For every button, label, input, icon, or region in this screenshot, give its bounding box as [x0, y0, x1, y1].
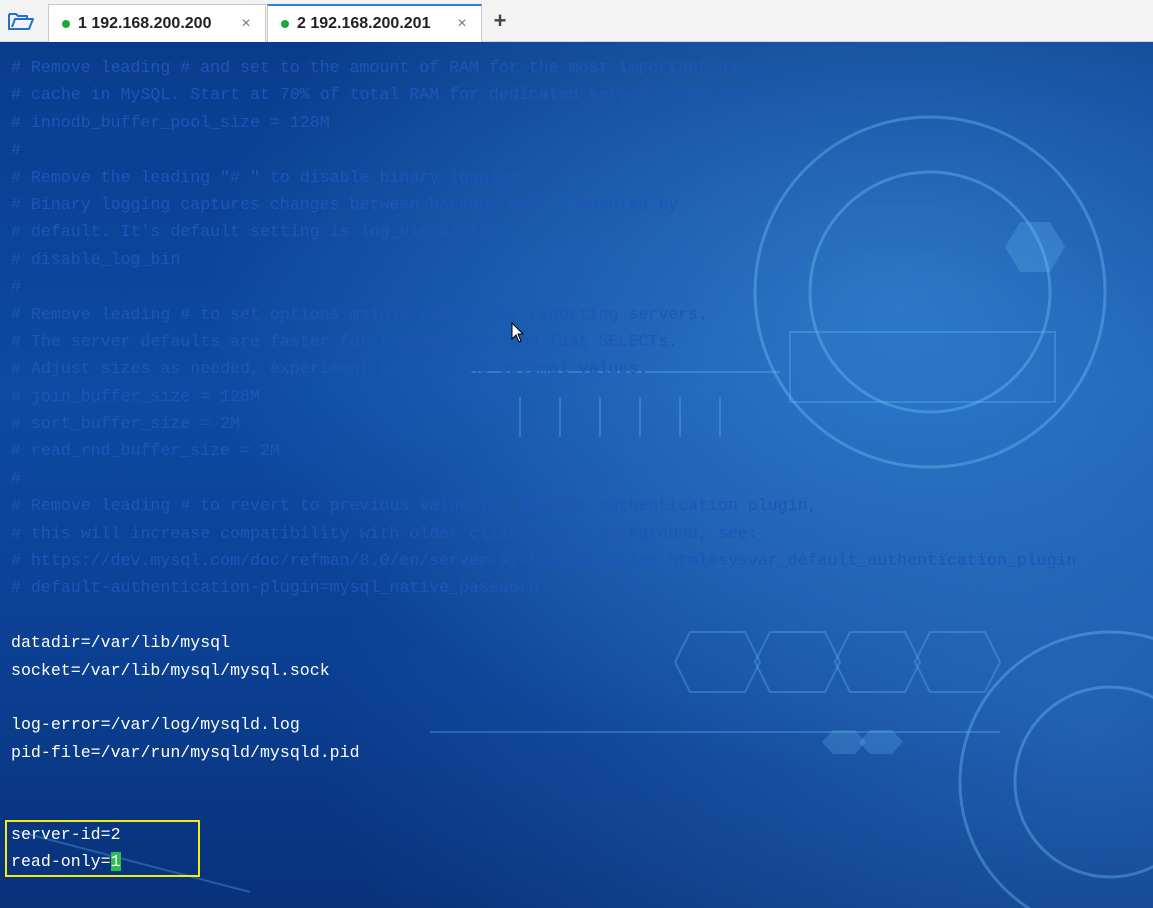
config-line: pid-file=/var/run/mysqld/mysqld.pid: [11, 742, 360, 762]
tab-label: 2 192.168.200.201: [297, 15, 431, 32]
close-icon[interactable]: ×: [455, 15, 469, 33]
comment-line: # Remove leading # to set options mainly…: [11, 304, 709, 324]
comment-line: # this will increase compatibility with …: [11, 523, 758, 543]
comment-line: # join_buffer_size = 128M: [11, 386, 260, 406]
connected-status-dot-icon: [281, 20, 289, 28]
comment-line: # default. It's default setting is log_b…: [11, 222, 499, 242]
comment-line: # Remove the leading "# " to disable bin…: [11, 167, 519, 187]
comment-line: #: [11, 277, 21, 297]
comment-line: #: [11, 140, 21, 160]
comment-line: #: [11, 468, 21, 488]
comment-line: # innodb_buffer_pool_size = 128M: [11, 112, 330, 132]
comment-line: # The server defaults are faster for tra…: [11, 331, 679, 351]
folder-open-icon[interactable]: [6, 8, 36, 34]
comment-line: # Remove leading # to revert to previous…: [11, 496, 818, 516]
tab-bar: 1 192.168.200.200 × 2 192.168.200.201 × …: [0, 0, 1153, 42]
config-line: log-error=/var/log/mysqld.log: [11, 715, 300, 735]
comment-line: # read_rnd_buffer_size = 2M: [11, 441, 280, 461]
comment-line: # disable_log_bin: [11, 249, 181, 269]
comment-line: # cache in MySQL. Start at 70% of total …: [11, 85, 758, 105]
connected-status-dot-icon: [62, 19, 70, 28]
terminal-text: # Remove leading # and set to the amount…: [11, 54, 1153, 876]
comment-line: # sort_buffer_size = 2M: [11, 414, 241, 434]
add-tab-button[interactable]: +: [489, 8, 511, 34]
tab-session-2[interactable]: 2 192.168.200.201 ×: [267, 4, 482, 42]
config-line: socket=/var/lib/mysql/mysql.sock: [11, 660, 330, 680]
highlight-annotation-box: [5, 820, 200, 877]
tab-label: 1 192.168.200.200: [78, 14, 212, 32]
mouse-pointer-icon: [511, 321, 525, 349]
comment-line: # default-authentication-plugin=mysql_na…: [11, 578, 539, 598]
terminal-pane[interactable]: # Remove leading # and set to the amount…: [0, 42, 1153, 908]
tab-session-1[interactable]: 1 192.168.200.200 ×: [48, 4, 266, 42]
comment-line: # Binary logging captures changes betwee…: [11, 194, 679, 214]
close-icon[interactable]: ×: [239, 15, 253, 33]
config-line: datadir=/var/lib/mysql: [11, 633, 231, 653]
comment-line: # Remove leading # and set to the amount…: [11, 58, 758, 77]
comment-line: # Adjust sizes as needed, experiment to …: [11, 359, 649, 379]
comment-line: # https://dev.mysql.com/doc/refman/8.0/e…: [11, 551, 1077, 571]
